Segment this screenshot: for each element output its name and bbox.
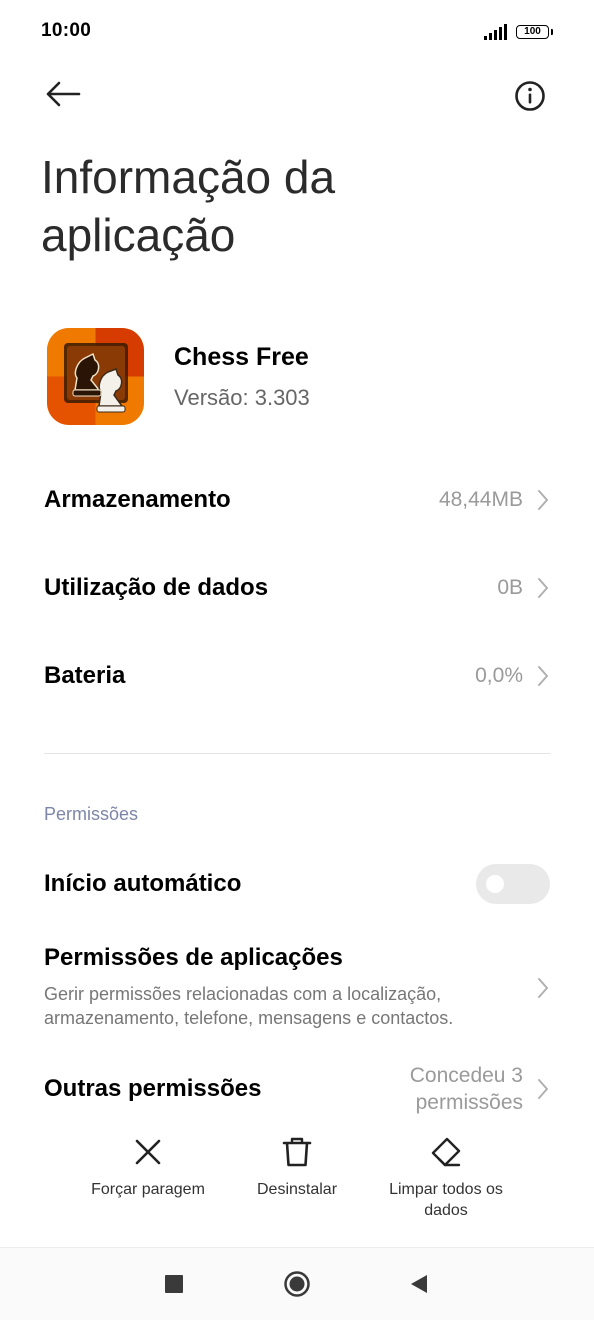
battery-icon: 100 [516,25,553,39]
app-permissions-title: Permissões de aplicações [44,944,343,971]
battery-level: 100 [516,25,549,39]
back-button[interactable] [40,74,86,114]
chess-app-icon [47,328,144,425]
home-button[interactable] [277,1268,317,1300]
force-stop-button[interactable]: Forçar paragem [73,1135,223,1200]
uninstall-label: Desinstalar [256,1181,338,1198]
chevron-right-icon [538,978,548,998]
storage-row[interactable]: Armazenamento 48,44MB [0,460,594,540]
arrow-left-icon [46,81,81,107]
status-time: 10:00 [41,20,92,41]
chevron-right-icon [538,1079,548,1099]
close-icon [135,1139,161,1165]
data-usage-row[interactable]: Utilização de dados 0B [0,548,594,628]
autostart-row[interactable]: Início automático [0,844,594,924]
permissions-section-label: Permissões [44,804,139,824]
battery-label: Bateria [44,662,126,689]
square-icon [165,1275,183,1293]
app-permissions-row[interactable]: Permissões de aplicações Gerir permissõe… [0,938,594,1038]
battery-value: 0,0% [475,664,523,687]
battery-row[interactable]: Bateria 0,0% [0,636,594,716]
app-name: Chess Free [174,343,309,371]
other-permissions-row[interactable]: Outras permissões Concedeu 3 permissões [0,1060,594,1118]
page-title-line2: aplicação [41,209,236,261]
toggle-knob [486,875,504,893]
page-title-line1: Informação da [41,151,336,203]
clear-data-label: Limpar todos os dados [371,1179,521,1221]
info-icon [515,81,545,111]
autostart-label: Início automático [44,870,242,897]
chevron-right-icon [538,578,548,598]
chevron-right-icon [538,666,548,686]
autostart-toggle[interactable] [476,864,550,904]
app-version: Versão: 3.303 [174,385,310,410]
clear-data-button[interactable]: Limpar todos os dados [371,1135,521,1221]
storage-label: Armazenamento [44,486,231,513]
eraser-icon [431,1137,461,1167]
clear-data-label-line1: Limpar todos os [389,1181,503,1198]
signal-icon [484,24,507,40]
data-usage-value: 0B [497,576,523,599]
section-divider [44,753,550,754]
storage-value: 48,44MB [438,488,523,511]
uninstall-button[interactable]: Desinstalar [222,1135,372,1200]
circle-home-icon [284,1271,310,1297]
force-stop-label: Forçar paragem [91,1181,205,1198]
other-permissions-value-line1: Concedeu 3 [409,1064,523,1087]
page-title: Informação da aplicação [41,148,541,264]
triangle-back-icon [411,1275,427,1293]
other-permissions-value-line2: permissões [415,1091,523,1114]
chevron-right-icon [538,490,548,510]
nav-back-button[interactable] [399,1268,439,1300]
app-permissions-description: Gerir permissões relacionadas com a loca… [44,984,454,1028]
other-permissions-value: Concedeu 3 permissões [343,1062,523,1116]
clear-data-label-line2: dados [424,1202,468,1219]
recents-button[interactable] [154,1268,194,1300]
trash-icon [282,1137,312,1167]
data-usage-label: Utilização de dados [44,574,269,601]
info-button[interactable] [508,74,552,118]
navigation-bar [0,1248,594,1320]
other-permissions-label: Outras permissões [44,1075,262,1102]
